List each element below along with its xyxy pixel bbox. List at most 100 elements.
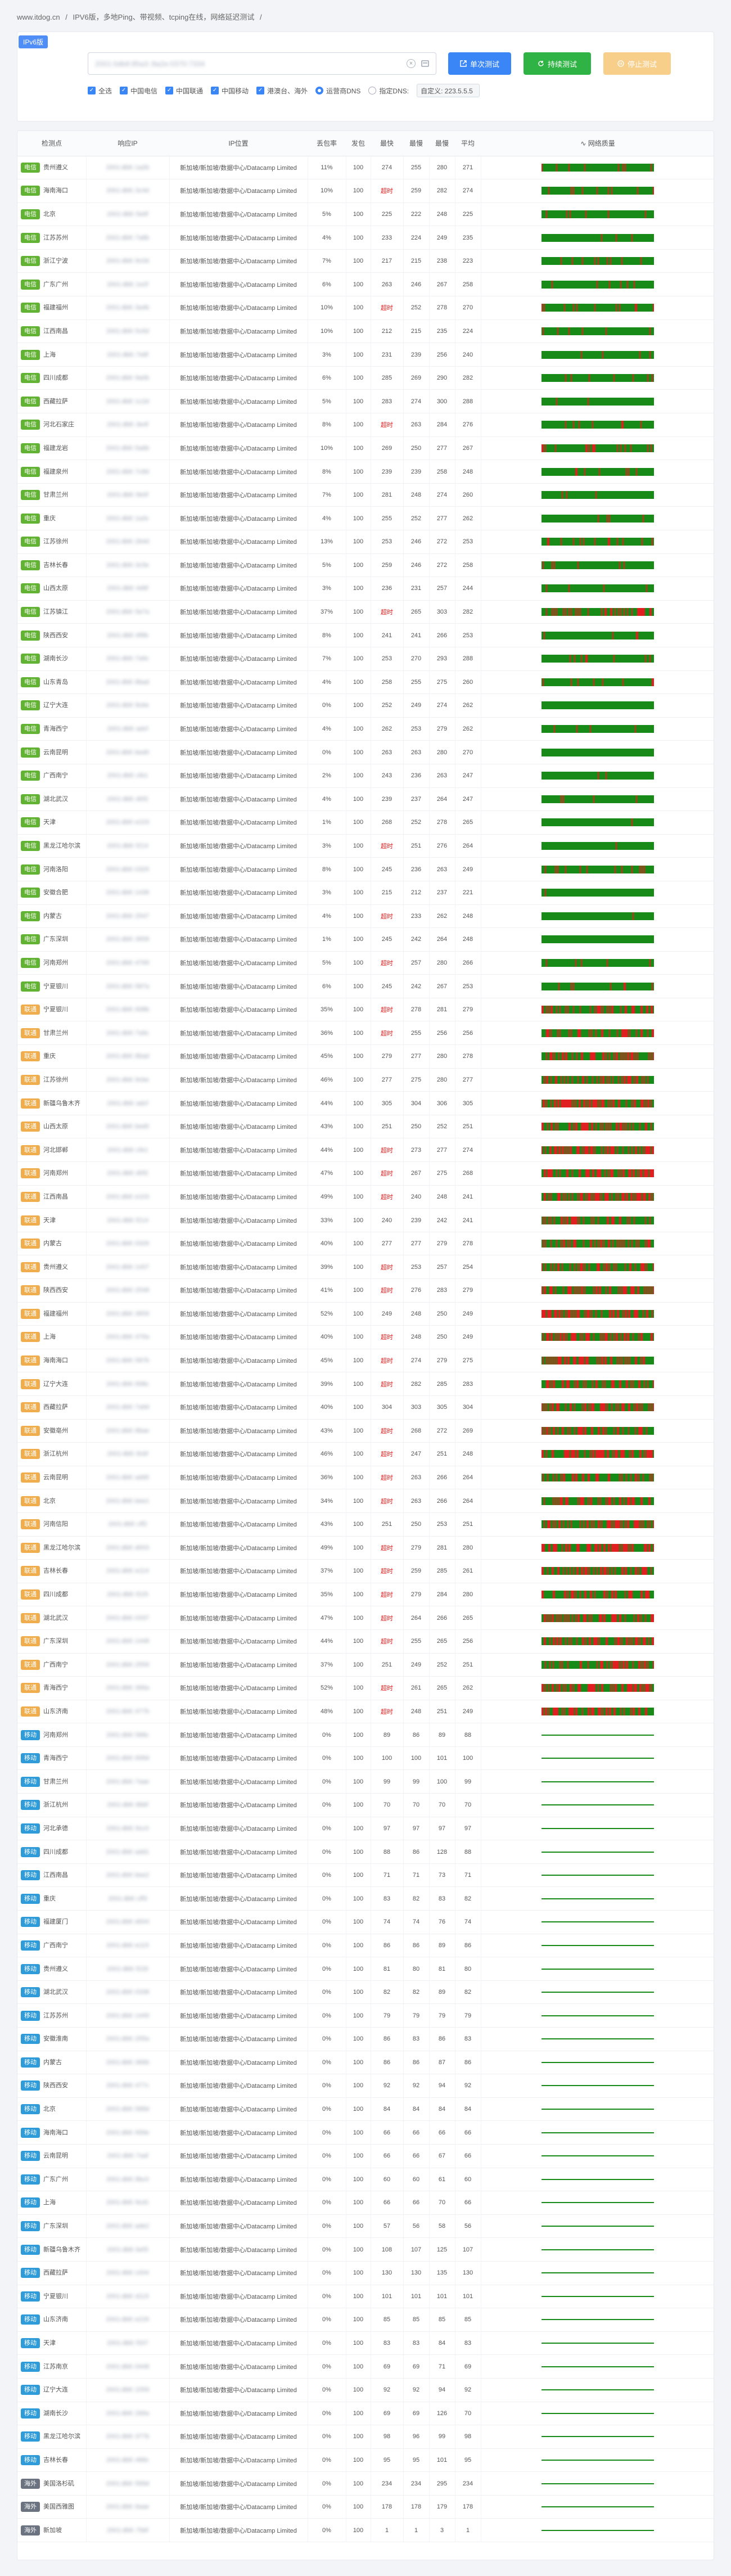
table-row[interactable]: 电信 江苏苏州 2001:db8::7a8b 新加坡/新加坡/数据中心/Datacam… [17, 226, 714, 250]
stop-test-button[interactable]: 停止测试 [603, 52, 671, 75]
table-row[interactable]: 电信 河北石家庄 2001:db8::3e4f 新加坡/新加坡/数据中心/Dataca… [17, 413, 714, 437]
custom-dns-input[interactable]: 自定义: 223.5.5.5 [417, 84, 480, 97]
radio-isp-dns[interactable]: 运营商DNS [315, 86, 360, 96]
col-average[interactable]: 平均 [455, 131, 481, 156]
checkbox-checked-icon[interactable]: ✓ [120, 87, 128, 94]
table-row[interactable]: 电信 海南海口 2001:db8::3c4d 新加坡/新加坡/数据中心/Datacam… [17, 179, 714, 203]
table-row[interactable]: 电信 天津 2001:db8::e103 新加坡/新加坡/数据中心/Datacamp … [17, 810, 714, 835]
target-input[interactable]: 2001:0db8:85a3::8a2e:0370:7334 × [88, 52, 436, 75]
quality-tick [566, 163, 567, 172]
quality-tick [610, 889, 611, 897]
table-row[interactable]: 电信 广东广州 2001:db8::1e2f 新加坡/新加坡/数据中心/Datacam… [17, 272, 714, 297]
quality-tick [621, 889, 622, 897]
response-ip: 2001:db8::9e0f [107, 492, 148, 499]
target-input-value[interactable]: 2001:0db8:85a3::8a2e:0370:7334 [95, 60, 407, 68]
col-quality[interactable]: ∿ 网络质量 [481, 131, 714, 156]
col-slowest[interactable]: 最慢 [403, 131, 429, 156]
quality-tick [636, 982, 637, 990]
table-row[interactable]: 电信 宁夏银川 2001:db8::587a 新加坡/新加坡/数据中心/Datacam… [17, 974, 714, 998]
single-test-button[interactable]: 单次测试 [448, 52, 511, 75]
col-location[interactable]: IP位置 [169, 131, 308, 156]
checkbox-checked-icon[interactable]: ✓ [165, 87, 174, 94]
table-row[interactable]: 联通 山西太原 2001:db8::bed0 新加坡/新加坡/数据中心/Datacam… [17, 1115, 714, 1139]
table-row[interactable]: 电信 青海西宁 2001:db8::adcf 新加坡/新加坡/数据中心/Datacam… [17, 717, 714, 741]
table-row[interactable]: 电信 黑龙江哈尔滨 2001:db8::f214 新加坡/新加坡/数据中心/Datac… [17, 834, 714, 858]
table-row[interactable]: 电信 内蒙古 2001:db8::2547 新加坡/新加坡/数据中心/Datacamp… [17, 904, 714, 929]
table-row[interactable]: 电信 四川成都 2001:db8::9a0b 新加坡/新加坡/数据中心/Datacam… [17, 366, 714, 390]
radio-selected-icon[interactable] [315, 87, 324, 94]
col-node[interactable]: 检测点 [17, 131, 86, 156]
table-row[interactable]: 电信 湖南长沙 2001:db8::7a9c 新加坡/新加坡/数据中心/Datacam… [17, 647, 714, 671]
table-row[interactable]: 电信 江西南昌 2001:db8::5c6d 新加坡/新加坡/数据中心/Datacam… [17, 319, 714, 344]
col-slowest-2[interactable]: 最慢 [429, 131, 455, 156]
col-fastest[interactable]: 最快 [371, 131, 403, 156]
check-overseas[interactable]: ✓ 港澳台、海外 [256, 86, 308, 96]
table-row[interactable]: 电信 安徽合肥 2001:db8::1436 新加坡/新加坡/数据中心/Datacam… [17, 881, 714, 905]
table-row[interactable]: 电信 河南洛阳 2001:db8::0325 新加坡/新加坡/数据中心/Datacam… [17, 857, 714, 881]
table-row[interactable]: 电信 浙江宁波 2001:db8::9c0d 新加坡/新加坡/数据中心/Datacam… [17, 249, 714, 273]
table-row[interactable]: 电信 山西太原 2001:db8::4d6f 新加坡/新加坡/数据中心/Datacam… [17, 577, 714, 601]
quality-tick [646, 608, 647, 616]
quality-tick [621, 374, 622, 382]
quality-tick [573, 865, 574, 873]
table-row[interactable]: 电信 福建泉州 2001:db8::7c8d 新加坡/新加坡/数据中心/Datacam… [17, 460, 714, 484]
quality-tick [553, 772, 554, 780]
history-icon[interactable] [421, 60, 429, 67]
checkbox-checked-icon[interactable]: ✓ [211, 87, 219, 94]
table-row[interactable]: 电信 上海 2001:db8::7e8f 新加坡/新加坡/数据中心/Datacamp … [17, 343, 714, 367]
table-row[interactable]: 联通 甘肃兰州 2001:db8::7a9c 新加坡/新加坡/数据中心/Datacam… [17, 1021, 714, 1046]
table-row[interactable]: 电信 河南郑州 2001:db8::4769 新加坡/新加坡/数据中心/Datacam… [17, 951, 714, 975]
table-row[interactable]: 电信 广西南宁 2001:db8::cfe1 新加坡/新加坡/数据中心/Datacam… [17, 764, 714, 788]
checkbox-checked-icon[interactable]: ✓ [256, 87, 265, 94]
table-row[interactable]: 联通 重庆 2001:db8::8bad 新加坡/新加坡/数据中心/Datacamp … [17, 1044, 714, 1069]
table-row[interactable]: 联通 河北邯郸 2001:db8::cfe1 新加坡/新加坡/数据中心/Datacam… [17, 1138, 714, 1163]
quality-tick [565, 818, 566, 827]
quality-tick [652, 631, 653, 640]
quality-tick [627, 842, 628, 850]
check-all[interactable]: ✓ 全选 [88, 86, 112, 96]
quality-tick [586, 935, 588, 944]
continuous-test-button[interactable]: 持续测试 [524, 52, 591, 75]
radio-custom-dns[interactable]: 指定DNS: [368, 86, 409, 96]
quality-tick [640, 631, 642, 640]
table-row[interactable]: 电信 福建龙岩 2001:db8::5a6b 新加坡/新加坡/数据中心/Datacam… [17, 436, 714, 461]
table-row[interactable]: 电信 北京 2001:db8::5e6f 新加坡/新加坡/数据中心/Datacamp … [17, 202, 714, 227]
col-loss[interactable]: 丢包率 [308, 131, 346, 156]
dns-value[interactable]: 223.5.5.5 [445, 87, 473, 95]
quality-tick [627, 1029, 628, 1037]
table-row[interactable]: 电信 广东深圳 2001:db8::3658 新加坡/新加坡/数据中心/Datacam… [17, 927, 714, 952]
table-row[interactable]: 电信 云南昆明 2001:db8::bed0 新加坡/新加坡/数据中心/Datacam… [17, 740, 714, 764]
table-row[interactable]: 电信 山东青岛 2001:db8::8bad 新加坡/新加坡/数据中心/Datacam… [17, 670, 714, 695]
table-row[interactable]: 电信 吉林长春 2001:db8::3c5e 新加坡/新加坡/数据中心/Datacam… [17, 553, 714, 578]
clear-icon[interactable]: × [407, 59, 416, 68]
quality-tick [631, 187, 633, 195]
table-row[interactable]: 电信 西藏拉萨 2001:db8::1c2d 新加坡/新加坡/数据中心/Datacam… [17, 389, 714, 414]
table-row[interactable]: 联通 宁夏银川 2001:db8::698b 新加坡/新加坡/数据中心/Datacam… [17, 998, 714, 1022]
table-row[interactable]: 电信 江苏徐州 2001:db8::2b4d 新加坡/新加坡/数据中心/Datacam… [17, 530, 714, 554]
location-cell: 新加坡/新加坡/数据中心/Datacamp Limited [169, 530, 308, 554]
checkbox-checked-icon[interactable]: ✓ [88, 87, 96, 94]
table-row[interactable]: 联通 新疆乌鲁木齐 2001:db8::adcf 新加坡/新加坡/数据中心/Datac… [17, 1091, 714, 1115]
table-row[interactable]: 电信 辽宁大连 2001:db8::9cbe 新加坡/新加坡/数据中心/Datacam… [17, 693, 714, 718]
check-unicom[interactable]: ✓ 中国联通 [165, 86, 203, 96]
quality-tick [606, 1075, 607, 1084]
table-row[interactable]: 电信 甘肃兰州 2001:db8::9e0f 新加坡/新加坡/数据中心/Datacam… [17, 483, 714, 507]
quality-tick [644, 655, 645, 663]
table-row[interactable]: 电信 湖北武汉 2001:db8::d0f2 新加坡/新加坡/数据中心/Datacam… [17, 787, 714, 812]
table-row[interactable]: 电信 陕西西安 2001:db8::6f8b 新加坡/新加坡/数据中心/Datacam… [17, 623, 714, 647]
breadcrumb-site[interactable]: www.itdog.cn [17, 13, 60, 21]
table-row[interactable]: 电信 福建福州 2001:db8::3a4b 新加坡/新加坡/数据中心/Datacam… [17, 296, 714, 320]
quality-tick [591, 1075, 592, 1084]
table-row[interactable]: 联通 江苏徐州 2001:db8::9cbe 新加坡/新加坡/数据中心/Datacam… [17, 1068, 714, 1092]
response-ip: 2001:db8::adcf [107, 1100, 148, 1107]
col-sent[interactable]: 发包 [346, 131, 371, 156]
breadcrumb-page[interactable]: IPV6版，多地Ping、带视频、tcping在线，网络延迟测试 [73, 13, 254, 21]
radio-empty-icon[interactable] [368, 87, 377, 94]
table-row[interactable]: 电信 江苏镇江 2001:db8::5e7a 新加坡/新加坡/数据中心/Datacam… [17, 600, 714, 624]
check-mobile[interactable]: ✓ 中国移动 [211, 86, 249, 96]
table-row[interactable]: 电信 贵州遵义 2001:db8::1a2b 新加坡/新加坡/数据中心/Datacam… [17, 156, 714, 180]
check-telecom[interactable]: ✓ 中国电信 [120, 86, 157, 96]
table-row[interactable]: 电信 重庆 2001:db8::1a3c 新加坡/新加坡/数据中心/Datacamp … [17, 506, 714, 530]
col-ip[interactable]: 响应IP [86, 131, 169, 156]
node-cell: 电信 西藏拉萨 [17, 389, 87, 414]
